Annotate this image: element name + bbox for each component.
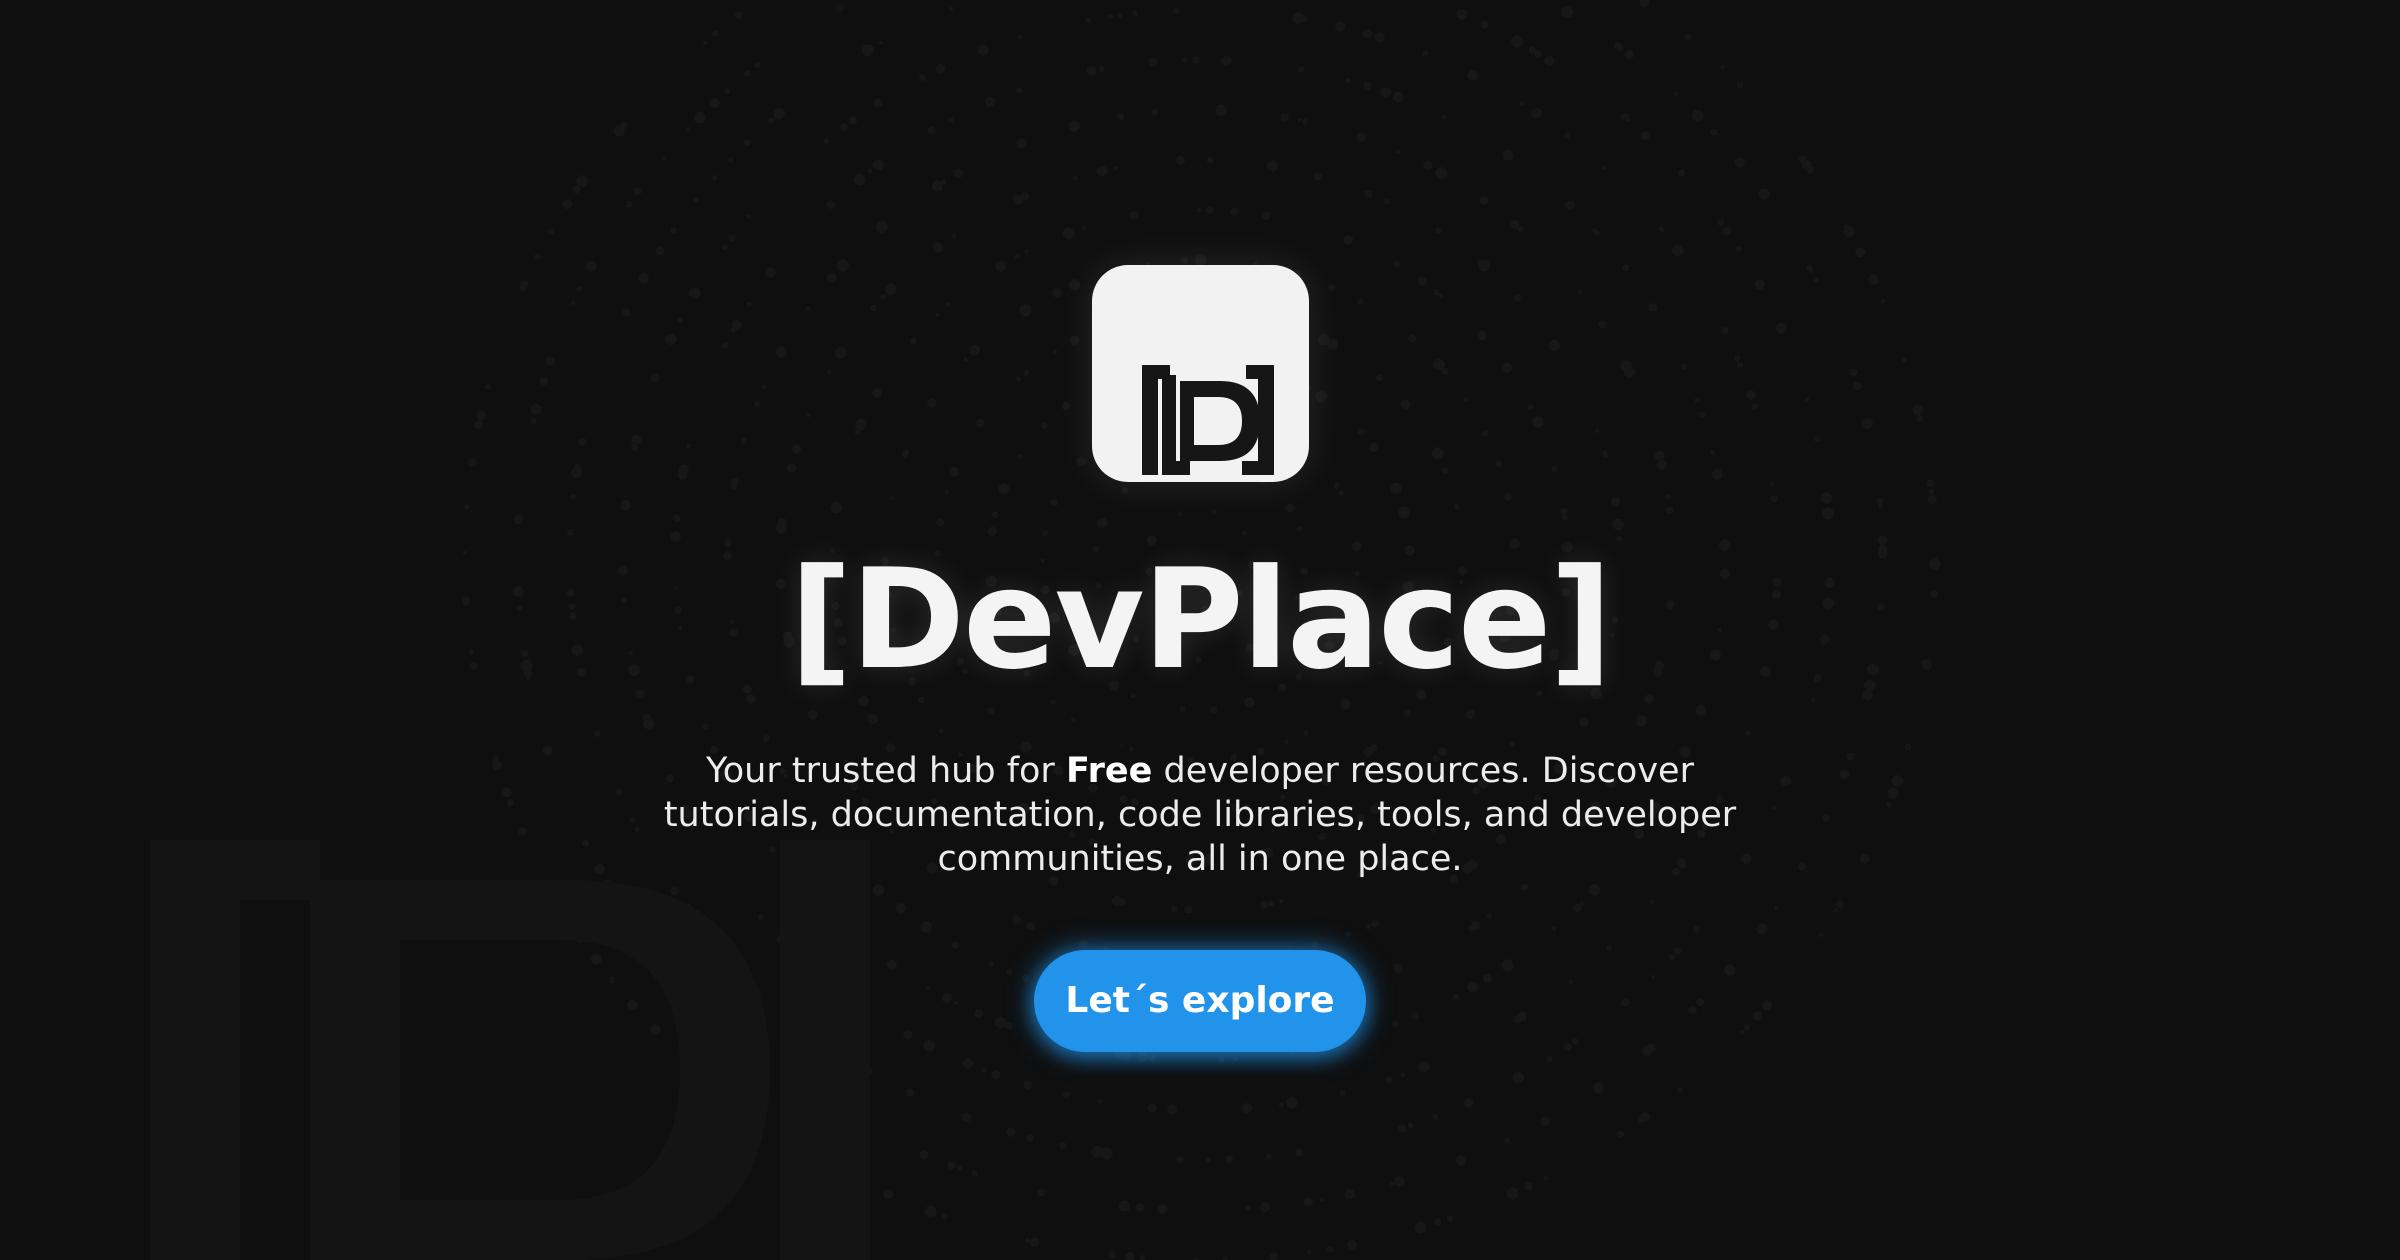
hero-tagline: Your trusted hub for Free developer reso… (660, 749, 1740, 881)
bracket-d-logo-icon (1142, 365, 1274, 475)
brand-title: [DevPlace] (789, 539, 1612, 700)
landing-page: [DevPlace] Your trusted hub for Free dev… (0, 0, 2400, 1260)
tagline-intro: Your trusted hub for (706, 751, 1066, 791)
tagline-emphasis: Free (1065, 751, 1153, 791)
hero-section: [DevPlace] Your trusted hub for Free dev… (0, 0, 2400, 1260)
devplace-logo-icon (1092, 265, 1309, 482)
explore-button[interactable]: Let´s explore (1034, 950, 1366, 1052)
